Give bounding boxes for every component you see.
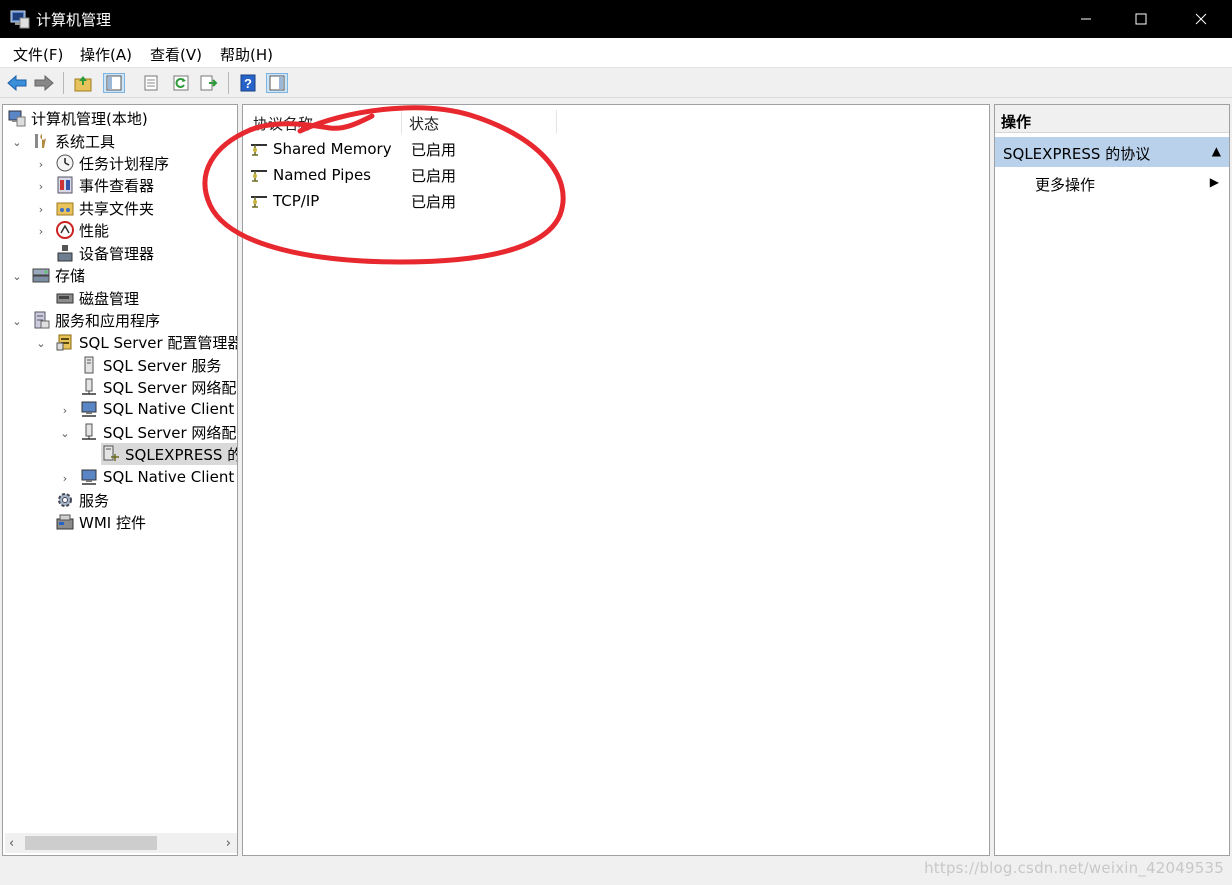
submenu-arrow-icon: ▶	[1209, 175, 1219, 189]
collapse-up-icon[interactable]: ▲	[1212, 144, 1221, 158]
actions-section-sqlexpress[interactable]: SQLEXPRESS 的协议 ▲	[995, 137, 1229, 167]
status-bar: https://blog.csdn.net/weixin_42049535	[0, 859, 1232, 885]
actions-pane: 操作 SQLEXPRESS 的协议 ▲ 更多操作 ▶	[994, 104, 1230, 856]
actions-section-title: SQLEXPRESS 的协议	[1003, 145, 1151, 163]
more-actions-item[interactable]: 更多操作 ▶	[995, 171, 1229, 197]
actions-header: 操作	[995, 105, 1229, 133]
watermark: https://blog.csdn.net/weixin_42049535	[924, 859, 1224, 877]
more-actions-label: 更多操作	[1035, 176, 1096, 194]
